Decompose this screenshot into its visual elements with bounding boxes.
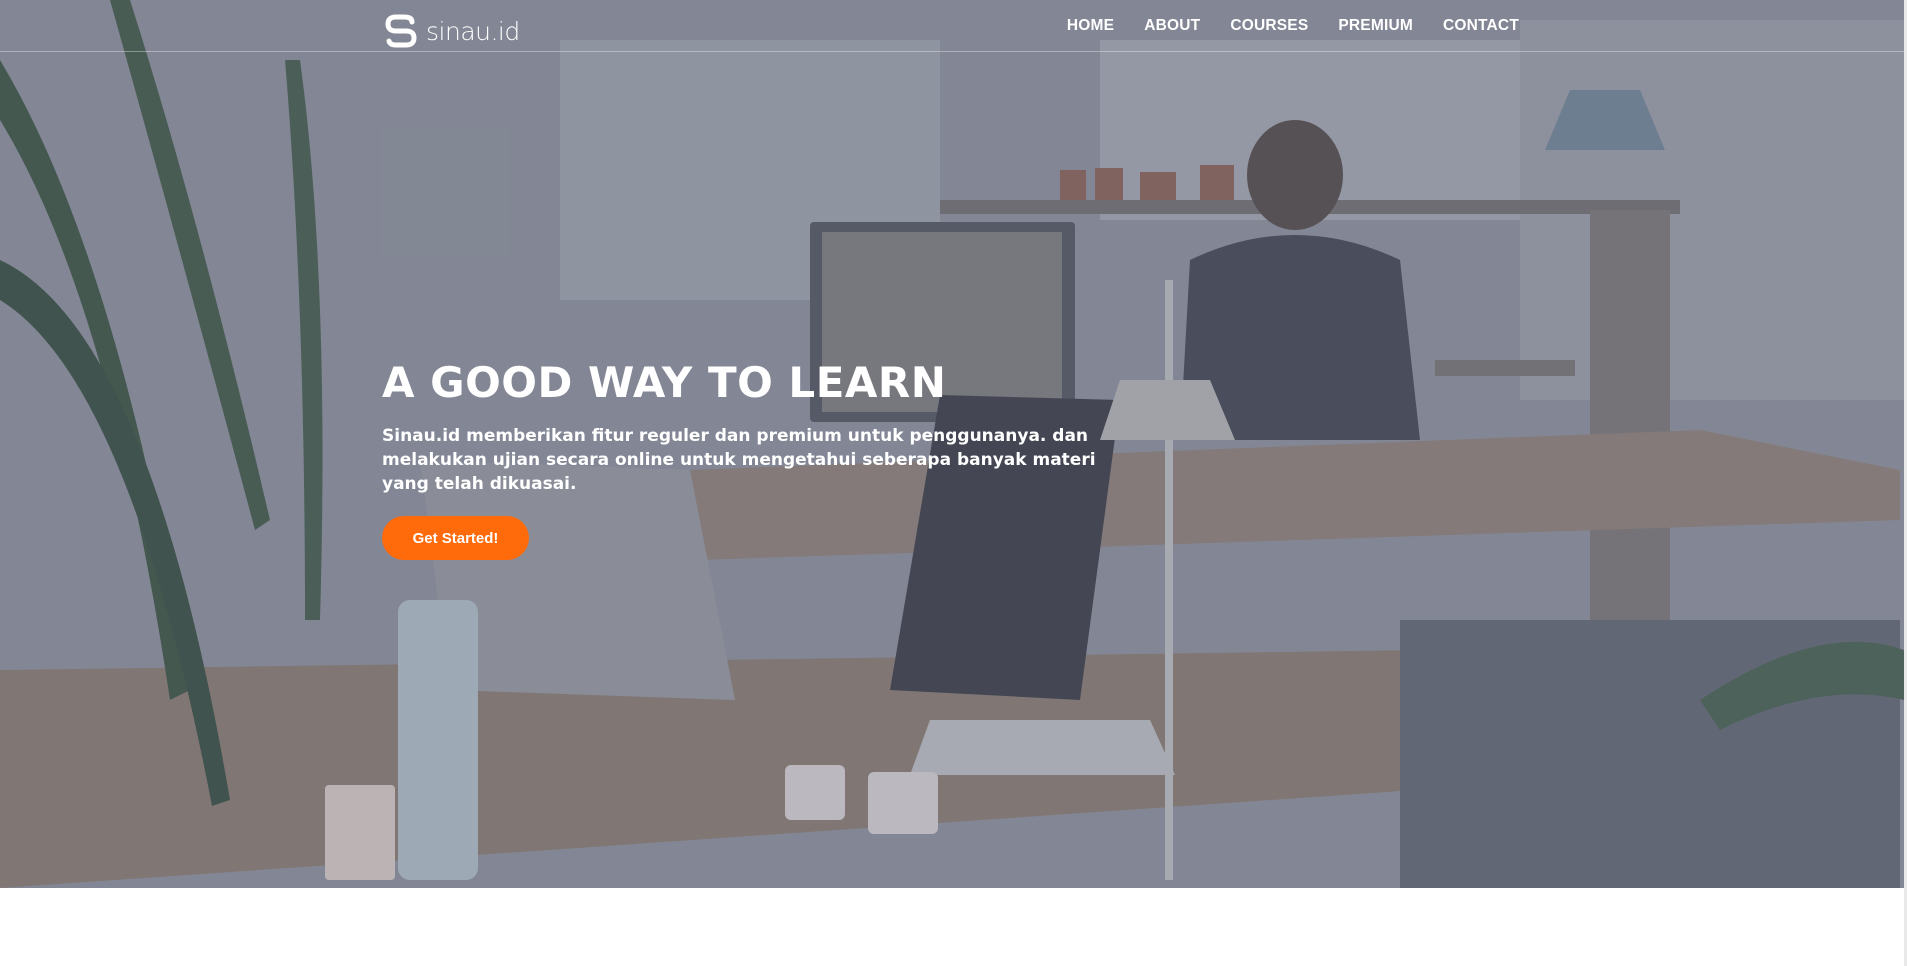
main-nav: HOME ABOUT COURSES PREMIUM CONTACT (1067, 0, 1519, 52)
hero-section: sinau.id HOME ABOUT COURSES PREMIUM CONT… (0, 0, 1904, 888)
sinau-s-logo-icon (385, 14, 417, 48)
nav-contact-link[interactable]: CONTACT (1443, 17, 1519, 35)
nav-premium-link[interactable]: PREMIUM (1338, 17, 1413, 35)
hero-subtitle: Sinau.id memberikan fitur reguler dan pr… (382, 426, 1096, 495)
nav-home-link[interactable]: HOME (1067, 17, 1114, 35)
brand-logo[interactable]: sinau.id (382, 13, 520, 49)
hero-title: A GOOD WAY TO LEARN (382, 358, 947, 407)
nav-courses-link[interactable]: COURSES (1230, 17, 1308, 35)
hero-content: A GOOD WAY TO LEARN Sinau.id memberikan … (382, 358, 1142, 561)
brand-logo-text: sinau.id (426, 16, 520, 46)
nav-about-link[interactable]: ABOUT (1144, 17, 1200, 35)
navbar: sinau.id HOME ABOUT COURSES PREMIUM CONT… (0, 0, 1904, 52)
get-started-button[interactable]: Get Started! (382, 516, 529, 561)
